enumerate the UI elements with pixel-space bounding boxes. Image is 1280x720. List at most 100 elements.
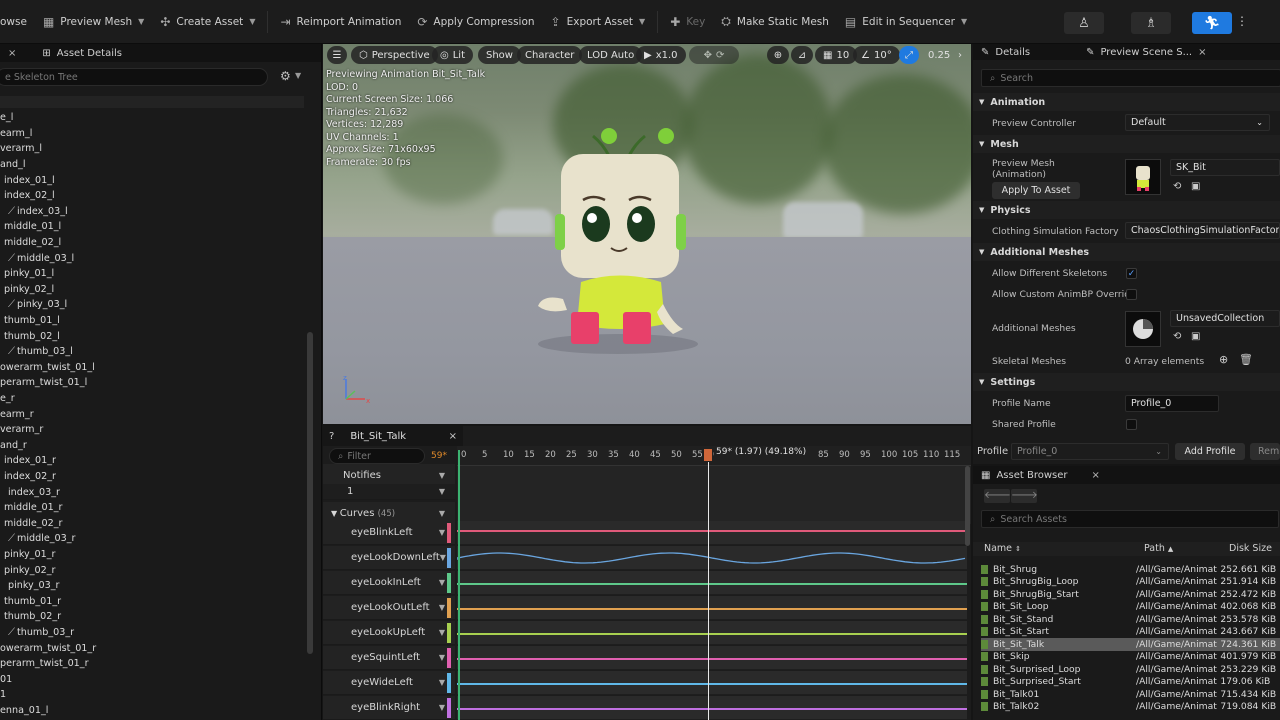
playback-speed-button[interactable]: ▶ x1.0 [636,46,686,64]
trash-icon[interactable]: 🗑︎ [1239,353,1253,366]
forward-button[interactable]: 🡒 [1011,489,1038,503]
animation-mode-button[interactable]: 🏃︎ [1192,12,1232,34]
bone-row[interactable]: index_01_r [4,453,56,469]
bone-row[interactable]: owerarm_twist_01_r [0,640,96,656]
edit-in-sequencer-button[interactable]: ▤ Edit in Sequencer ▼ [837,9,975,35]
bone-row[interactable]: owerarm_twist_01_l [0,360,95,376]
asset-row[interactable]: Bit_Sit_Stand/All/Game/Animat 253.578 KiB [981,613,1280,626]
bone-row[interactable]: middle_01_r [4,500,63,516]
path-column-header[interactable]: Path ▲ [1144,543,1173,554]
bone-row[interactable]: pinky_02_r [4,562,55,578]
bone-row[interactable]: 1 [0,687,6,703]
curve-lane[interactable] [457,571,967,595]
curve-track-row[interactable]: eyeLookInLeft ▼ [323,571,455,595]
rotation-snap-button[interactable]: ∠ 10° [853,46,900,64]
bone-row[interactable]: pinky_03_r [8,578,59,594]
section-animation[interactable]: ▼ Animation [973,93,1280,111]
tree-scrollbar[interactable] [307,332,313,654]
transform-tools[interactable]: ✥ ⟳ [689,46,739,64]
notify-lane[interactable] [457,466,971,524]
bone-row[interactable]: index_02_l [4,188,55,204]
chevron-down-icon[interactable]: ▼ [295,71,301,80]
curve-lane[interactable] [457,646,967,670]
grid-snap-button[interactable]: ▦ 10 [815,46,858,64]
bone-row[interactable]: ⟋ thumb_03_l [8,344,73,360]
section-settings[interactable]: ▼ Settings [973,373,1280,391]
chevron-down-icon[interactable]: ▼ [439,578,445,587]
bone-row[interactable]: index_01_l [4,172,55,188]
asset-details-tab[interactable]: ⊞ Asset Details [34,44,130,62]
name-column-header[interactable]: Name ⇕ [984,543,1021,554]
curve-lane[interactable] [457,696,967,720]
skeleton-mode-button[interactable]: ♙ [1064,12,1104,34]
apply-to-asset-button[interactable]: Apply To Asset [992,182,1080,199]
bone-row[interactable]: thumb_01_r [4,594,61,610]
mesh-thumbnail[interactable] [1125,159,1161,195]
export-asset-button[interactable]: ⇪ Export Asset ▼ [543,9,654,35]
curve-track-row[interactable]: eyeLookDownLeft ▼ [323,546,455,570]
skeleton-tree-tab[interactable]: × [0,44,24,62]
close-icon[interactable]: × [8,48,16,59]
preview-scene-tab[interactable]: ✎ Preview Scene S... × [1078,43,1214,61]
browse-folder-icon[interactable]: ▣ [1191,181,1200,192]
bone-row[interactable]: thumb_02_r [4,609,61,625]
allow-different-skeletons-checkbox[interactable]: ✓ [1126,268,1137,279]
asset-row[interactable]: Bit_Sit_Talk/All/Game/Animat 724.361 KiB [981,638,1280,651]
bone-row[interactable]: verarm_r [0,422,43,438]
curve-lane[interactable] [457,621,967,645]
scale-snap-toggle[interactable]: ⤢ [899,46,919,64]
asset-row[interactable]: Bit_Surprised_Start/All/Game/Animat 179.0… [981,676,1280,689]
bone-row[interactable]: ⟋ middle_03_r [8,531,76,547]
preview-controller-dropdown[interactable]: Default ⌄ [1125,114,1270,131]
remove-profile-button[interactable]: Rem [1250,443,1280,460]
playhead-handle[interactable] [704,449,712,461]
chevron-down-icon[interactable]: ▼ [440,553,446,562]
profile-name-input[interactable]: Profile_0 [1125,395,1219,412]
curve-lane[interactable] [456,546,967,570]
bone-row[interactable]: index_02_r [4,469,56,485]
bone-row[interactable]: thumb_02_l [4,328,60,344]
bone-row[interactable]: 01 [0,672,12,688]
bone-row[interactable]: middle_02_r [4,516,63,532]
asset-row[interactable]: Bit_Surprised_Loop/All/Game/Animat 253.22… [981,663,1280,676]
asset-row[interactable]: Bit_Sit_Loop/All/Game/Animat 402.068 KiB [981,601,1280,614]
bone-row[interactable]: and_l [0,157,26,173]
timeline-scrollbar[interactable] [965,466,970,546]
bone-row[interactable]: earm_l [0,126,32,142]
bone-row[interactable]: and_r [0,438,27,454]
curve-lane[interactable] [457,671,967,695]
browse-folder-icon[interactable]: ▣ [1191,331,1200,342]
curve-lane[interactable] [457,596,967,620]
bone-row[interactable]: perarm_twist_01_r [0,656,89,672]
key-button[interactable]: ✚ Key [662,9,713,35]
asset-row[interactable]: Bit_ShrugBig_Start/All/Game/Animat 252.47… [981,588,1280,601]
help-icon[interactable]: ? [329,431,334,442]
skeleton-search-input[interactable]: e Skeleton Tree [0,68,268,86]
bone-row[interactable]: index_03_r [8,484,60,500]
bone-row[interactable]: pinky_02_l [4,282,54,298]
bone-row[interactable]: middle_01_l [4,219,61,235]
reimport-animation-button[interactable]: ⇥ Reimport Animation [272,9,409,35]
bone-row[interactable]: middle_02_l [4,235,61,251]
notify-track-row[interactable]: 1 ▼ [323,484,455,500]
add-element-icon[interactable]: ⊕ [1219,353,1228,366]
curve-track-row[interactable]: eyeWideLeft ▼ [323,671,455,695]
asset-row[interactable]: Bit_ShrugBig_Loop/All/Game/Animat 251.914… [981,576,1280,589]
show-button[interactable]: Show [478,46,521,64]
bone-row[interactable]: e_r [0,391,15,407]
chevron-down-icon[interactable]: ▼ [439,528,445,537]
viewport-menu-button[interactable]: ☰ [327,46,347,64]
back-button[interactable]: 🡐 [984,489,1011,503]
curve-lane[interactable] [457,521,967,545]
timeline-tab[interactable]: ? Bit_Sit_Talk × [323,426,463,446]
bone-row[interactable]: perarm_twist_01_l [0,375,87,391]
create-asset-button[interactable]: ✣ Create Asset ▼ [152,9,263,35]
bone-row[interactable]: verarm_l [0,141,42,157]
close-icon[interactable]: × [1198,47,1206,58]
browse-button[interactable]: owse [0,9,35,35]
chevron-down-icon[interactable]: ▼ [439,487,445,496]
preview-mesh-picker[interactable]: SK_Bit [1170,159,1280,176]
apply-compression-button[interactable]: ⟳ Apply Compression [409,9,542,35]
section-mesh[interactable]: ▼ Mesh [973,135,1280,153]
bone-row[interactable]: ⟋ middle_03_l [8,250,74,266]
